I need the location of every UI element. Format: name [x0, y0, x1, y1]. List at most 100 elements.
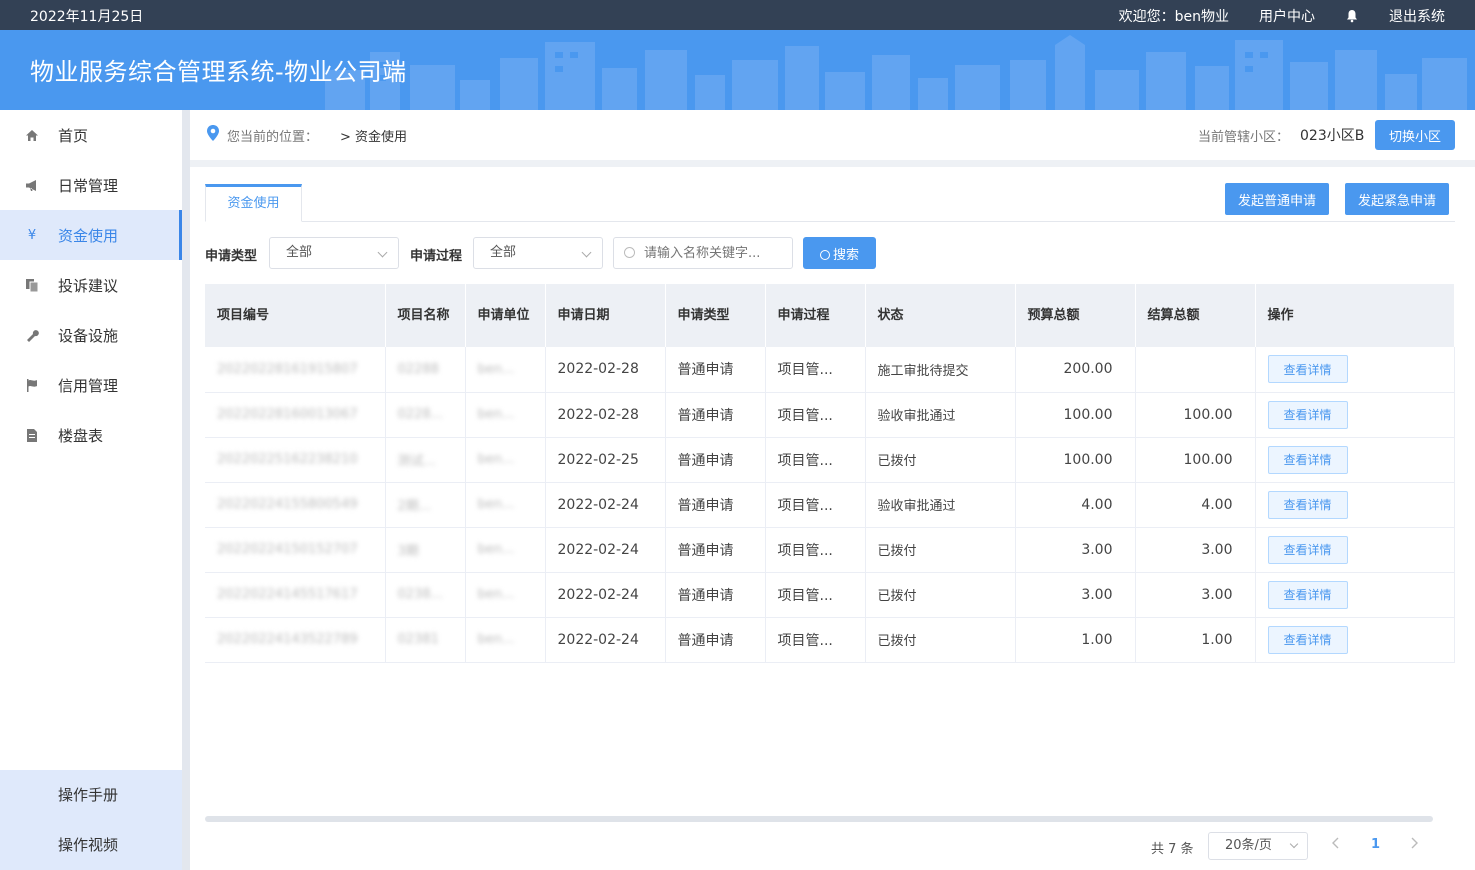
sidebar-item-home[interactable]: 首页	[0, 110, 182, 160]
horizontal-scrollbar[interactable]	[205, 816, 1433, 822]
apply-date-cell: 2022-02-24	[545, 482, 666, 528]
table-row: 20220224155800549 2期... ben... 2022-02-24 普通…	[205, 482, 1455, 528]
sidebar-scrollbar[interactable]	[182, 110, 190, 870]
tab-funds[interactable]: 资金使用	[205, 184, 302, 222]
home-icon	[24, 127, 40, 143]
project-code-cell: 20220224145517617	[205, 572, 386, 618]
view-detail-button[interactable]: 查看详情	[1267, 355, 1348, 384]
page-number-current[interactable]: 1	[1371, 837, 1380, 852]
table-row: 20220224150152707 3期 ben... 2022-02-24 普通申请项…	[205, 527, 1455, 573]
budget-total-cell: 100.00	[1015, 437, 1136, 483]
apply-date-cell: 2022-02-28	[545, 392, 666, 438]
apply-date-cell: 2022-02-24	[545, 617, 666, 663]
apply-date-cell: 2022-02-24	[545, 527, 666, 573]
column-header: 申请单位	[465, 284, 546, 347]
settle-total-cell: 100.00	[1135, 437, 1256, 483]
action-cell: 查看详情	[1255, 347, 1455, 393]
project-name-cell: 02288	[385, 347, 466, 393]
sidebar-item-credit[interactable]: 信用管理	[0, 360, 182, 410]
view-detail-button[interactable]: 查看详情	[1267, 580, 1348, 609]
apply-type-cell: 普通申请	[665, 617, 766, 663]
column-header: 预算总额	[1015, 284, 1136, 347]
project-name-cell: 0228...	[385, 392, 466, 438]
apply-unit-cell: ben...	[465, 482, 546, 528]
megaphone-icon	[24, 177, 40, 193]
normal-apply-button[interactable]: 发起普通申请	[1225, 183, 1329, 215]
view-detail-button[interactable]: 查看详情	[1267, 490, 1348, 519]
column-header: 申请日期	[545, 284, 666, 347]
column-header: 操作	[1255, 284, 1455, 347]
project-name-cell: 2期...	[385, 482, 466, 528]
apply-process-cell: 项目管...	[765, 437, 866, 483]
apply-process-label: 申请过程	[410, 249, 463, 264]
chevron-left-icon[interactable]	[1332, 837, 1340, 853]
apply-date-cell: 2022-02-24	[545, 572, 666, 618]
project-code-cell: 20220224150152707	[205, 527, 386, 573]
budget-total-cell: 1.00	[1015, 617, 1136, 663]
budget-total-cell: 3.00	[1015, 572, 1136, 618]
sidebar-item-buildings[interactable]: 楼盘表	[0, 410, 182, 460]
action-cell: 查看详情	[1255, 392, 1455, 438]
apply-type-label: 申请类型	[205, 249, 258, 264]
table-header-row: 项目编号 项目名称 申请单位 申请日期 申请类型 申请过程 状态 预算总额 结算…	[205, 284, 1455, 347]
apply-type-cell: 普通申请	[665, 527, 766, 573]
sidebar-item-label: 首页	[58, 126, 89, 145]
sidebar-item-complaints[interactable]: 投诉建议	[0, 260, 182, 310]
view-detail-button[interactable]: 查看详情	[1267, 535, 1348, 564]
bell-icon[interactable]	[1345, 9, 1359, 23]
sidebar-item-facilities[interactable]: 设备设施	[0, 310, 182, 360]
table-row: 20220224143522789 02381 ben... 2022-02-24 普通…	[205, 617, 1455, 663]
apply-date-cell: 2022-02-25	[545, 437, 666, 483]
status-cell: 已拨付	[865, 572, 1016, 618]
funds-table: 项目编号 项目名称 申请单位 申请日期 申请类型 申请过程 状态 预算总额 结算…	[205, 284, 1455, 663]
search-button[interactable]: 搜索	[803, 237, 876, 269]
apply-unit-cell: ben...	[465, 527, 546, 573]
city-skyline-decoration	[325, 35, 1467, 110]
sidebar-item-daily[interactable]: 日常管理	[0, 160, 182, 210]
chevron-right-icon[interactable]	[1410, 837, 1418, 853]
action-cell: 查看详情	[1255, 527, 1455, 573]
top-bar-actions: 欢迎您：ben物业 用户中心 退出系统	[1119, 6, 1445, 26]
settle-total-cell	[1135, 347, 1256, 393]
view-detail-button[interactable]: 查看详情	[1267, 400, 1348, 429]
urgent-apply-button[interactable]: 发起紧急申请	[1345, 183, 1449, 215]
action-cell: 查看详情	[1255, 437, 1455, 483]
apply-type-cell: 普通申请	[665, 437, 766, 483]
total-count: 共 7 条	[1151, 842, 1194, 857]
apply-unit-cell: ben...	[465, 572, 546, 618]
status-cell: 施工审批待提交	[865, 347, 1016, 393]
sidebar-item-label: 楼盘表	[58, 426, 104, 445]
breadcrumb-current: > 资金使用	[340, 130, 408, 145]
sidebar-item-label: 投诉建议	[58, 276, 119, 295]
view-detail-button[interactable]: 查看详情	[1267, 625, 1348, 654]
project-name-cell: 0238...	[385, 572, 466, 618]
chevron-down-icon	[377, 247, 388, 258]
sidebar: 首页 日常管理 ¥ 资金使用 投诉建议 设备设施 信用管理 楼盘表 操作手册 操…	[0, 110, 182, 870]
switch-community-button[interactable]: 切换小区	[1375, 120, 1455, 150]
table-row: 20220225162238210 测试... ben... 2022-02-25 普通…	[205, 437, 1455, 483]
column-header: 项目名称	[385, 284, 466, 347]
apply-type-cell: 普通申请	[665, 572, 766, 618]
sidebar-item-funds[interactable]: ¥ 资金使用	[0, 210, 182, 260]
project-name-cell: 3期	[385, 527, 466, 573]
user-center-link[interactable]: 用户中心	[1259, 6, 1315, 26]
action-cell: 查看详情	[1255, 482, 1455, 528]
manual-link[interactable]: 操作手册	[0, 770, 182, 820]
file-icon	[24, 427, 40, 443]
project-code-cell: 20220224143522789	[205, 617, 386, 663]
current-date: 2022年11月25日	[30, 9, 144, 25]
search-input[interactable]	[613, 237, 793, 269]
search-button-label: 搜索	[832, 247, 859, 263]
project-code-cell: 20220225162238210	[205, 437, 386, 483]
view-detail-button[interactable]: 查看详情	[1267, 445, 1348, 474]
page-size-select[interactable]: 20条/页	[1208, 832, 1308, 860]
apply-process-cell: 项目管...	[765, 572, 866, 618]
apply-process-select[interactable]: 全部	[473, 237, 603, 269]
breadcrumb: 您当前的位置： > 资金使用 当前管辖小区： 023小区B 切换小区	[190, 110, 1475, 160]
apply-type-select[interactable]: 全部	[269, 237, 399, 269]
community-label: 当前管辖小区：	[1198, 130, 1290, 145]
video-link[interactable]: 操作视频	[0, 820, 182, 870]
column-header: 项目编号	[205, 284, 386, 347]
logout-link[interactable]: 退出系统	[1389, 6, 1445, 26]
sidebar-item-label: 设备设施	[58, 326, 119, 345]
